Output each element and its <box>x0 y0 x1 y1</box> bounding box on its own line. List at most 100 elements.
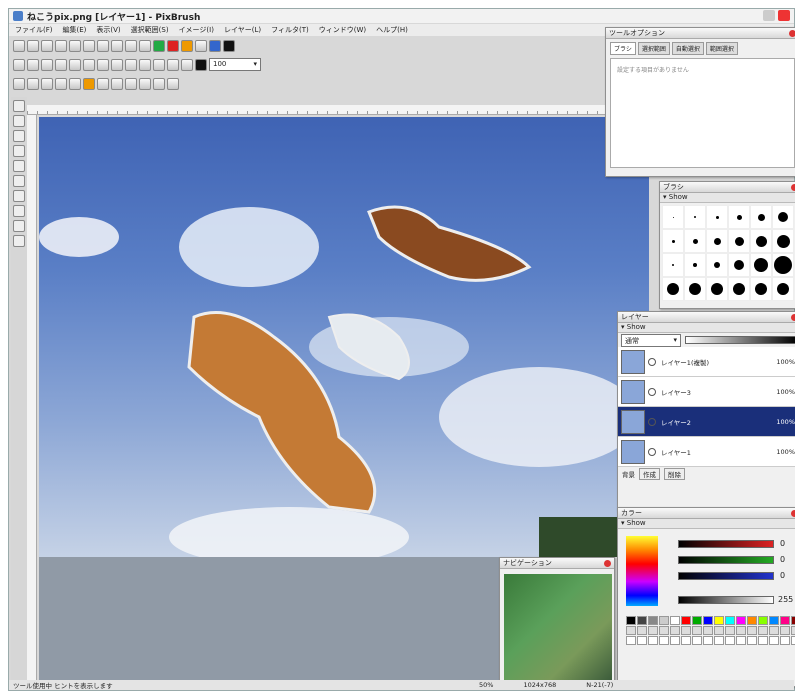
brush-preset[interactable] <box>772 229 794 253</box>
palette-swatch[interactable] <box>637 636 647 645</box>
close-icon[interactable] <box>789 30 795 37</box>
palette-swatch[interactable] <box>626 616 636 625</box>
palette-swatch[interactable] <box>758 636 768 645</box>
save-icon[interactable] <box>41 39 53 52</box>
palette-swatch[interactable] <box>791 636 795 645</box>
line-icon[interactable] <box>167 58 179 71</box>
palette-swatch[interactable] <box>736 626 746 635</box>
palette-swatch[interactable] <box>626 636 636 645</box>
text-tool-icon[interactable] <box>13 205 25 217</box>
new-file-icon[interactable] <box>13 39 25 52</box>
minimize-button[interactable] <box>763 10 775 21</box>
cut-icon[interactable] <box>55 39 67 52</box>
resize-icon[interactable] <box>55 77 67 90</box>
visibility-icon[interactable] <box>648 357 656 366</box>
palette-swatch[interactable] <box>747 626 757 635</box>
visibility-icon[interactable] <box>648 447 656 456</box>
palette-swatch[interactable] <box>725 616 735 625</box>
menu-image[interactable]: イメージ(I) <box>179 25 214 35</box>
palette-swatch[interactable] <box>714 616 724 625</box>
palette-swatch[interactable] <box>769 626 779 635</box>
pen-icon[interactable] <box>69 58 81 71</box>
palette-swatch[interactable] <box>703 616 713 625</box>
select-icon[interactable] <box>13 58 25 71</box>
palette-swatch[interactable] <box>769 636 779 645</box>
menu-edit[interactable]: 編集(E) <box>63 25 87 35</box>
palette-swatch[interactable] <box>648 616 658 625</box>
palette-swatch[interactable] <box>758 616 768 625</box>
layer-row[interactable]: レイヤー1(複製) 100% <box>618 347 795 377</box>
undo-icon[interactable] <box>97 39 109 52</box>
palette-swatch[interactable] <box>659 636 669 645</box>
zoom-combo[interactable]: 100 ▾ <box>209 58 261 71</box>
tab-selection[interactable]: 選択範囲 <box>637 42 670 55</box>
layer-row[interactable]: レイヤー1 100% <box>618 437 795 467</box>
redo-icon[interactable] <box>111 39 123 52</box>
brush-preset[interactable] <box>662 277 684 301</box>
palette-swatch[interactable] <box>692 616 702 625</box>
pen-tool-icon[interactable] <box>13 145 25 157</box>
rotate-icon[interactable] <box>27 77 39 90</box>
palette-swatch[interactable] <box>681 636 691 645</box>
mask-icon[interactable] <box>125 77 137 90</box>
palette-swatch[interactable] <box>747 616 757 625</box>
filter-icon[interactable] <box>69 77 81 90</box>
brush-preset[interactable] <box>684 205 706 229</box>
lasso-icon[interactable] <box>27 58 39 71</box>
new-layer-button[interactable]: 作成 <box>639 468 660 480</box>
brush-preset[interactable] <box>684 253 706 277</box>
pencil-icon[interactable] <box>83 58 95 71</box>
close-icon[interactable] <box>604 560 611 567</box>
airbrush-icon[interactable] <box>97 58 109 71</box>
brush-preset[interactable] <box>662 205 684 229</box>
hand-tool-icon[interactable] <box>13 235 25 247</box>
palette-swatch[interactable] <box>725 636 735 645</box>
palette-swatch[interactable] <box>703 626 713 635</box>
tab-range-select[interactable]: 範囲選択 <box>705 42 738 55</box>
hand-icon[interactable] <box>167 77 179 90</box>
palette-swatch[interactable] <box>736 636 746 645</box>
blue-slider[interactable] <box>678 572 774 580</box>
text-icon[interactable] <box>153 58 165 71</box>
brush-preset[interactable] <box>662 229 684 253</box>
visibility-icon[interactable] <box>648 417 656 426</box>
fill-icon[interactable] <box>195 58 207 71</box>
wand-icon[interactable] <box>13 130 25 142</box>
fit-icon[interactable] <box>153 39 165 52</box>
brush-preset[interactable] <box>750 229 772 253</box>
palette-swatch[interactable] <box>692 636 702 645</box>
record-icon[interactable] <box>167 39 179 52</box>
palette-swatch[interactable] <box>637 626 647 635</box>
palette-swatch[interactable] <box>681 616 691 625</box>
palette-swatch[interactable] <box>758 626 768 635</box>
palette-swatch[interactable] <box>725 626 735 635</box>
brush-preset[interactable] <box>706 229 728 253</box>
red-slider[interactable] <box>678 540 774 548</box>
brush-preset[interactable] <box>728 277 750 301</box>
menu-file[interactable]: ファイル(F) <box>15 25 53 35</box>
palette-swatch[interactable] <box>791 616 795 625</box>
layers-subheader[interactable]: ▾ Show <box>618 323 795 333</box>
brush-preset[interactable] <box>728 253 750 277</box>
palette-swatch[interactable] <box>626 626 636 635</box>
palette-swatch[interactable] <box>780 616 790 625</box>
grid-icon[interactable] <box>195 39 207 52</box>
fg-color-icon[interactable] <box>223 39 235 52</box>
menu-select[interactable]: 選択範囲(S) <box>131 25 169 35</box>
blend-mode-select[interactable]: 通常 ▾ <box>621 333 681 347</box>
red-value[interactable]: 0 <box>780 539 785 548</box>
menu-view[interactable]: 表示(V) <box>96 25 120 35</box>
tab-brush[interactable]: ブラシ <box>610 42 636 55</box>
layer-row[interactable]: レイヤー3 100% <box>618 377 795 407</box>
blue-value[interactable]: 0 <box>780 571 785 580</box>
brush-subheader[interactable]: ▾ Show <box>660 193 795 203</box>
palette-swatch[interactable] <box>681 626 691 635</box>
palette-swatch[interactable] <box>648 636 658 645</box>
layer-row[interactable]: レイヤー2 100% <box>618 407 795 437</box>
opacity-slider[interactable] <box>685 336 795 344</box>
close-button[interactable] <box>778 10 790 21</box>
tab-auto-select[interactable]: 自動選択 <box>671 42 704 55</box>
ellipse-icon[interactable] <box>181 58 193 71</box>
eyedropper-icon[interactable] <box>153 77 165 90</box>
palette-swatch[interactable] <box>714 626 724 635</box>
